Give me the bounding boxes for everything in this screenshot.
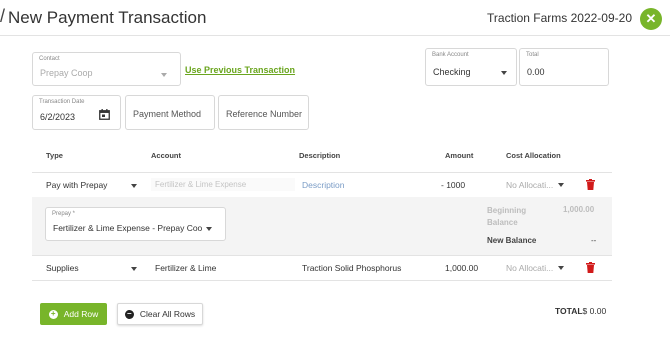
footer-total: TOTAL$ 0.00	[555, 306, 606, 316]
chevron-down-icon	[501, 71, 507, 75]
row1-cost-allocation[interactable]: No Allocati...	[506, 180, 553, 190]
col-header-cost-allocation: Cost Allocation	[506, 151, 561, 160]
reference-number-placeholder: Reference Number	[226, 109, 303, 119]
row2-type: Supplies	[46, 263, 79, 273]
minus-circle-icon: –	[124, 309, 134, 319]
bank-account-label: Bank Account	[432, 52, 469, 58]
trash-icon[interactable]	[586, 179, 595, 190]
add-row-button[interactable]: + Add Row	[40, 303, 107, 325]
total-label: Total	[526, 52, 539, 58]
chevron-down-icon	[206, 227, 212, 231]
row1-type: Pay with Prepay	[46, 180, 108, 190]
row2-description[interactable]: Traction Solid Phosphorus	[302, 263, 401, 273]
clear-all-rows-button[interactable]: – Clear All Rows	[117, 303, 203, 325]
col-header-type: Type	[46, 151, 63, 160]
bank-account-select[interactable]: Bank Account Checking	[425, 48, 517, 86]
add-row-label: Add Row	[63, 309, 99, 319]
header-edge-glyph: /	[0, 6, 6, 26]
col-header-description: Description	[299, 151, 341, 160]
footer-total-value: $ 0.00	[582, 306, 607, 316]
contact-value: Prepay Coop	[40, 68, 93, 78]
footer-total-label: TOTAL	[555, 306, 583, 316]
contact-select[interactable]: Contact Prepay Coop	[32, 52, 181, 86]
use-previous-transaction-link[interactable]: Use Previous Transaction	[185, 65, 295, 75]
farm-date-label: Traction Farms 2022-09-20	[487, 11, 632, 25]
page-title: New Payment Transaction	[8, 8, 207, 27]
calendar-icon[interactable]	[99, 109, 110, 120]
row2-type-select[interactable]: Supplies	[46, 263, 79, 273]
transaction-date-value: 6/2/2023	[40, 112, 76, 122]
table-divider	[32, 172, 612, 173]
chevron-down-icon[interactable]	[558, 183, 564, 187]
table-divider	[32, 280, 612, 281]
chevron-down-icon[interactable]	[131, 267, 137, 271]
col-header-amount: Amount	[445, 151, 474, 160]
bank-account-value: Checking	[433, 67, 471, 77]
plus-circle-icon: +	[48, 309, 58, 319]
prepay-value: Fertilizer & Lime Expense - Prepay Coo	[53, 223, 203, 233]
new-balance-label: New Balance	[487, 236, 537, 245]
transaction-date-label: Transaction Date	[39, 99, 85, 105]
prepay-select[interactable]: Prepay * Fertilizer & Lime Expense - Pre…	[45, 207, 226, 241]
row2-amount[interactable]: 1,000.00	[445, 263, 478, 273]
new-balance-value: --	[591, 236, 597, 245]
prepay-label: Prepay *	[52, 211, 76, 217]
payment-method-field[interactable]: Payment Method	[125, 95, 215, 130]
clear-all-rows-label: Clear All Rows	[139, 309, 196, 319]
row1-type-select[interactable]: Pay with Prepay	[46, 180, 107, 190]
total-value: 0.00	[527, 67, 545, 77]
beginning-balance-value: 1,000.00	[563, 205, 595, 214]
payment-method-placeholder: Payment Method	[133, 109, 202, 119]
close-icon: ✕	[645, 11, 657, 26]
close-button[interactable]: ✕	[640, 8, 662, 30]
row1-description[interactable]: Description	[302, 180, 345, 190]
transaction-date-field[interactable]: Transaction Date 6/2/2023	[32, 95, 121, 130]
chevron-down-icon[interactable]	[558, 266, 564, 270]
reference-number-field[interactable]: Reference Number	[218, 95, 309, 130]
chevron-down-icon[interactable]	[131, 184, 137, 188]
contact-label: Contact	[39, 56, 60, 62]
row1-account: Fertilizer & Lime Expense	[155, 180, 247, 189]
row2-account[interactable]: Fertilizer & Lime	[155, 263, 216, 273]
trash-icon[interactable]	[586, 262, 595, 273]
beginning-balance-label: Beginning Balance	[487, 206, 527, 227]
row1-amount[interactable]: - 1000	[441, 180, 465, 190]
row2-cost-allocation[interactable]: No Allocati...	[506, 263, 553, 273]
chevron-down-icon	[161, 73, 167, 77]
total-field[interactable]: Total 0.00	[519, 48, 609, 86]
header-divider	[0, 35, 670, 36]
table-divider	[32, 255, 612, 256]
col-header-account: Account	[151, 151, 181, 160]
